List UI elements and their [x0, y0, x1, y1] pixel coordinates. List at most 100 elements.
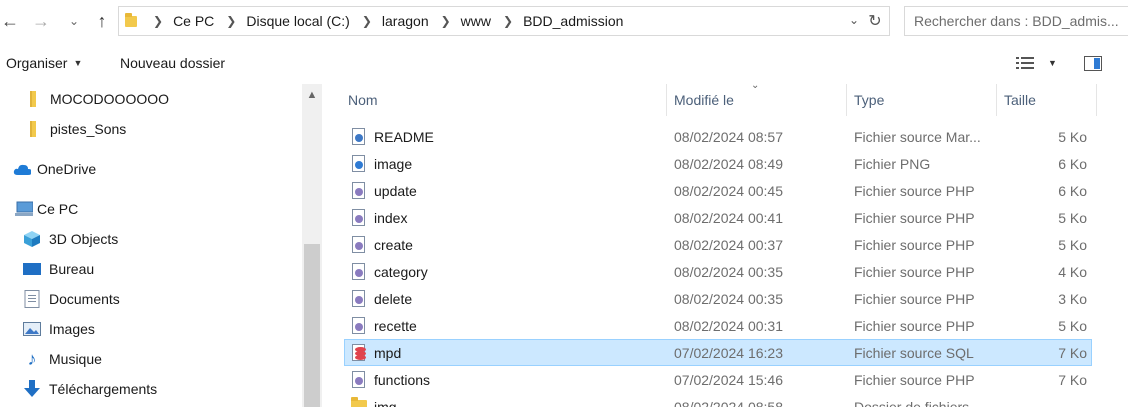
- file-type: Fichier source Mar...: [854, 128, 981, 145]
- file-list: Nom Modifié le ⌄ Type Taille README 08/02…: [322, 80, 1128, 407]
- address-bar[interactable]: ❯ Ce PC ❯ Disque local (C:) ❯ laragon ❯ …: [118, 6, 890, 36]
- file-row[interactable]: img 08/02/2024 08:58 Dossier de fichiers: [344, 393, 1092, 407]
- chevron-right-icon[interactable]: ❯: [226, 14, 236, 28]
- nav-item-bureau[interactable]: Bureau: [23, 255, 94, 283]
- nav-item-telechargements[interactable]: Téléchargements: [23, 375, 157, 403]
- column-header-name[interactable]: Nom: [344, 84, 664, 116]
- chevron-right-icon[interactable]: ❯: [153, 14, 163, 28]
- nav-item-ce-pc[interactable]: Ce PC: [15, 195, 78, 223]
- preview-pane-button[interactable]: [1084, 56, 1102, 74]
- file-name: create: [374, 236, 413, 253]
- php-file-icon: [351, 316, 367, 335]
- file-date: 08/02/2024 00:37: [674, 236, 783, 253]
- organize-button[interactable]: Organiser ▼: [6, 55, 82, 71]
- column-divider[interactable]: [666, 84, 667, 116]
- file-row[interactable]: create 08/02/2024 00:37 Fichier source PHP…: [344, 231, 1092, 258]
- file-name-cell: README: [351, 124, 641, 149]
- file-row[interactable]: index 08/02/2024 00:41 Fichier source PHP 5…: [344, 204, 1092, 231]
- nav-item-label: 3D Objects: [49, 231, 119, 247]
- file-date: 08/02/2024 08:58: [674, 398, 783, 407]
- nav-item-mocodoooooo[interactable]: MOCODOOOOOO: [24, 85, 169, 113]
- file-name: img: [374, 398, 397, 407]
- column-header-type[interactable]: Type: [850, 84, 998, 116]
- folder-icon: [24, 90, 42, 108]
- search-input[interactable]: Rechercher dans : BDD_admis...: [904, 6, 1128, 36]
- php-file-icon: [351, 181, 367, 200]
- chevron-right-icon[interactable]: ❯: [362, 14, 372, 28]
- search-placeholder: Rechercher dans : BDD_admis...: [914, 13, 1119, 29]
- column-divider[interactable]: [846, 84, 847, 116]
- file-type: Fichier PNG: [854, 155, 931, 172]
- forward-arrow-icon[interactable]: →: [30, 8, 52, 34]
- documents-icon: [23, 290, 41, 308]
- nav-item-label: Documents: [49, 291, 120, 307]
- new-folder-button[interactable]: Nouveau dossier: [120, 55, 225, 71]
- breadcrumb-ce-pc[interactable]: Ce PC: [173, 13, 214, 29]
- file-row[interactable]: recette 08/02/2024 00:31 Fichier source PH…: [344, 312, 1092, 339]
- chevron-right-icon[interactable]: ❯: [441, 14, 451, 28]
- download-icon: [23, 380, 41, 398]
- organize-label: Organiser: [6, 55, 68, 71]
- file-row[interactable]: category 08/02/2024 00:35 Fichier source P…: [344, 258, 1092, 285]
- breadcrumb-www[interactable]: www: [461, 13, 491, 29]
- file-name-cell: functions: [351, 367, 641, 392]
- png-file-icon: [351, 154, 367, 173]
- address-dropdown-icon[interactable]: ⌄: [849, 13, 859, 27]
- folder-icon: [125, 13, 139, 29]
- file-row[interactable]: README 08/02/2024 08:57 Fichier source Mar…: [344, 123, 1092, 150]
- column-divider[interactable]: [996, 84, 997, 116]
- file-row[interactable]: mpd 07/02/2024 16:23 Fichier source SQL 7 K…: [344, 339, 1092, 366]
- file-name-cell: mpd: [351, 340, 641, 365]
- file-name-cell: index: [351, 205, 641, 230]
- file-size: 5 Ko: [1058, 317, 1087, 334]
- cloud-icon: [13, 160, 31, 178]
- file-row[interactable]: image 08/02/2024 08:49 Fichier PNG 6 Ko: [344, 150, 1092, 177]
- chevron-right-icon[interactable]: ❯: [503, 14, 513, 28]
- images-icon: [23, 320, 41, 338]
- database-icon: [351, 343, 367, 362]
- sort-descending-icon: ⌄: [751, 80, 760, 91]
- file-name-cell: create: [351, 232, 641, 257]
- file-size: 3 Ko: [1058, 290, 1087, 307]
- md-file-icon: [351, 127, 367, 146]
- scroll-up-icon[interactable]: ▲: [302, 84, 322, 106]
- file-name: index: [374, 209, 408, 226]
- nav-item-images[interactable]: Images: [23, 315, 95, 343]
- nav-item-onedrive[interactable]: OneDrive: [13, 155, 96, 183]
- desktop-icon: [23, 260, 41, 278]
- recent-locations-chevron-icon[interactable]: ⌄: [64, 8, 84, 34]
- file-row[interactable]: update 08/02/2024 00:45 Fichier source PHP…: [344, 177, 1092, 204]
- nav-item-label: Bureau: [49, 261, 95, 277]
- file-date: 08/02/2024 00:45: [674, 182, 783, 199]
- back-arrow-icon[interactable]: ←: [0, 8, 20, 34]
- scrollbar-thumb[interactable]: [304, 244, 320, 407]
- php-file-icon: [351, 262, 367, 281]
- column-header-row: Nom Modifié le ⌄ Type Taille: [322, 80, 1128, 116]
- breadcrumb-laragon[interactable]: laragon: [382, 13, 429, 29]
- file-row[interactable]: delete 08/02/2024 00:35 Fichier source PHP…: [344, 285, 1092, 312]
- nav-item-musique[interactable]: ♪ Musique: [23, 345, 102, 373]
- view-options-button[interactable]: ▼: [1016, 56, 1057, 70]
- nav-item-label: OneDrive: [37, 161, 97, 177]
- breadcrumb-bdd-admission[interactable]: BDD_admission: [523, 13, 623, 29]
- nav-item-label: pistes_Sons: [50, 121, 127, 137]
- nav-item-label: Téléchargements: [49, 381, 158, 397]
- pc-icon: [15, 200, 33, 218]
- folder-icon: [351, 396, 367, 407]
- column-header-size[interactable]: Taille: [1000, 84, 1096, 116]
- nav-pane-scrollbar[interactable]: ▲: [302, 84, 322, 407]
- breadcrumb-disque-local[interactable]: Disque local (C:): [246, 13, 349, 29]
- refresh-icon[interactable]: ↻: [865, 10, 885, 32]
- file-date: 08/02/2024 08:57: [674, 128, 783, 145]
- file-size: 4 Ko: [1058, 263, 1087, 280]
- file-row[interactable]: functions 07/02/2024 15:46 Fichier source …: [344, 366, 1092, 393]
- nav-item-label: Ce PC: [37, 201, 79, 217]
- column-divider[interactable]: [1096, 84, 1097, 116]
- view-caret-down-icon: ▼: [1048, 58, 1057, 68]
- file-type: Fichier source PHP: [854, 182, 975, 199]
- nav-item-3d-objects[interactable]: 3D Objects: [23, 225, 118, 253]
- up-arrow-icon[interactable]: ↑: [90, 8, 114, 34]
- nav-item-pistes-sons[interactable]: pistes_Sons: [24, 115, 126, 143]
- file-type: Fichier source PHP: [854, 209, 975, 226]
- nav-item-documents[interactable]: Documents: [23, 285, 120, 313]
